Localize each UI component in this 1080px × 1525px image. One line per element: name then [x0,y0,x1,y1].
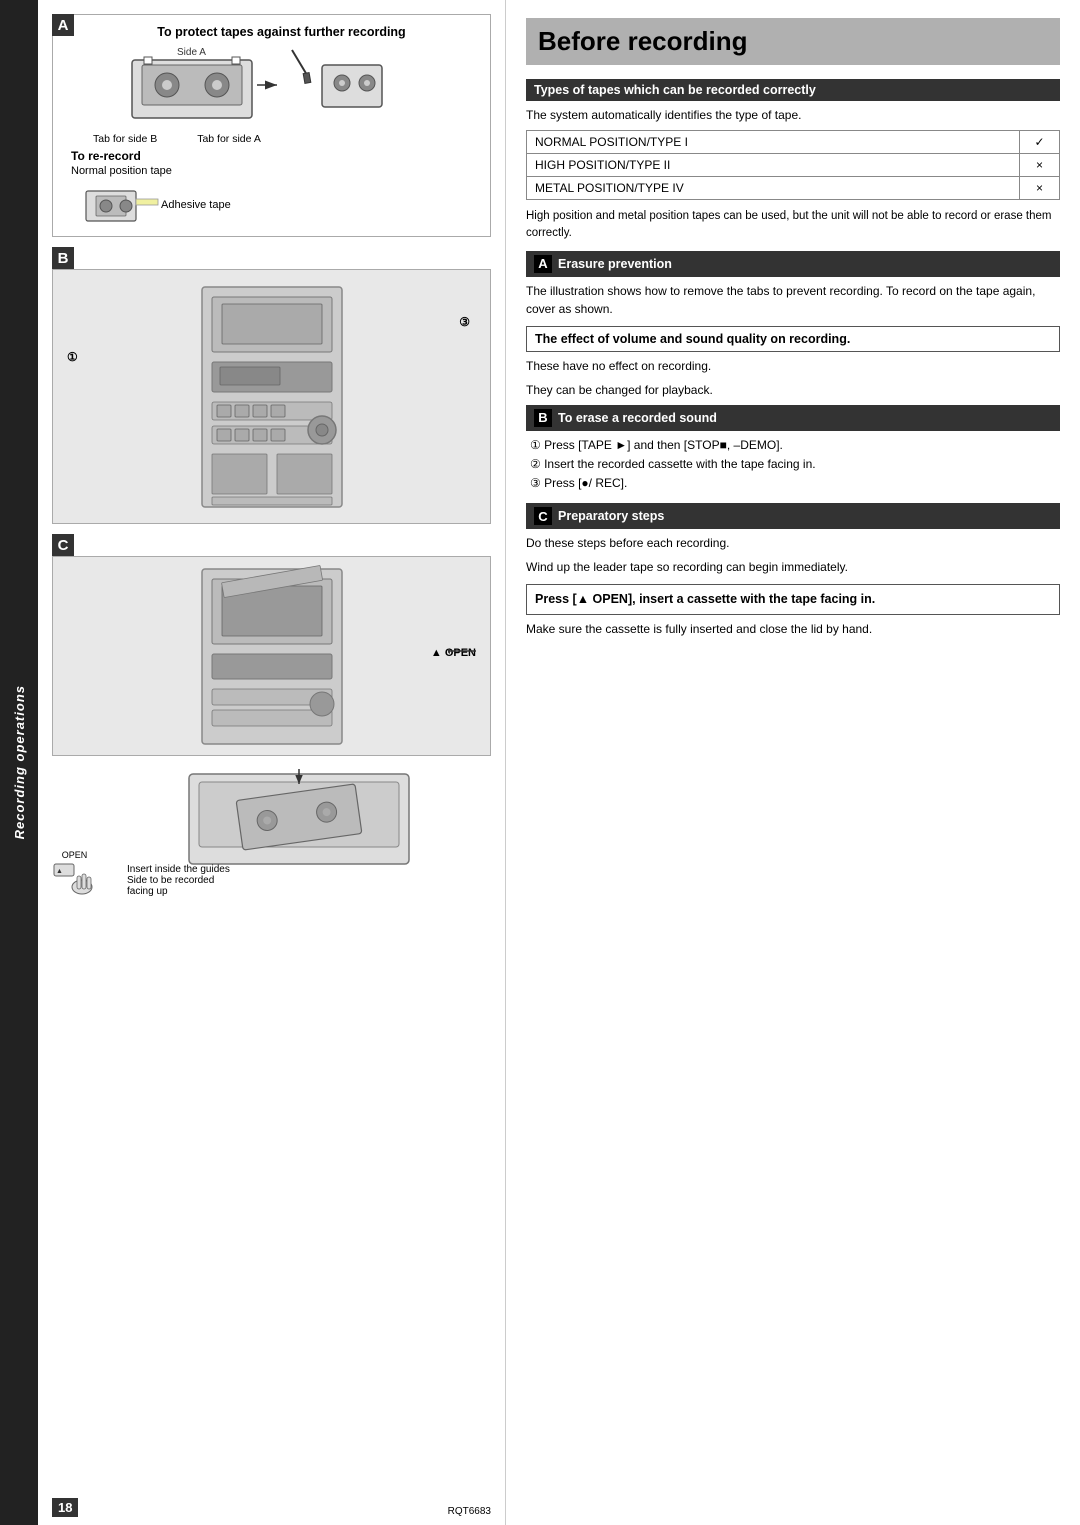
stereo-unit-svg-b [172,282,372,512]
erase-step1: ① Press [TAPE ►] and then [STOP■, –DEMO]… [530,436,1060,455]
open-button-svg: ▲ [52,862,97,897]
press-header: Press [▲ OPEN], insert a cassette with t… [526,584,1060,615]
erase-header-text: To erase a recorded sound [558,411,717,425]
types-header-text: Types of tapes which can be recorded cor… [534,83,816,97]
prep-line2: Wind up the leader tape so recording can… [526,558,1060,576]
table-symbol: × [1020,177,1060,200]
right-panel: Before recording Types of tapes which ca… [506,0,1080,1525]
erase-step3: ③ Press [●/ REC]. [530,474,1060,493]
erasure-badge: A [534,255,552,273]
section-a: A To protect tapes against further recor… [52,14,491,237]
prep-header: C Preparatory steps [526,503,1060,529]
types-body: The system automatically identifies the … [526,106,1060,124]
erasure-body: The illustration shows how to remove the… [526,282,1060,318]
page-title: Before recording [526,18,1060,65]
erase-header: B To erase a recorded sound [526,405,1060,431]
volume-header-text: The effect of volume and sound quality o… [535,332,850,346]
table-symbol: ✓ [1020,131,1060,154]
section-b: B [52,247,491,524]
adhesive-label: Adhesive tape [161,199,231,211]
erasure-header-text: Erasure prevention [558,257,672,271]
tab-a-label: Tab for side A [197,133,261,145]
sidebar-text: Recording operations [12,685,27,839]
erase-step2: ② Insert the recorded cassette with the … [530,455,1060,474]
callout-1: ① [67,350,78,364]
stereo-diagram-c: ▲ OPEN [52,556,491,756]
section-b-label: B [52,247,74,269]
volume-line2: They can be changed for playback. [526,381,1060,399]
facing-up-label: facing up [127,886,230,897]
table-row: METAL POSITION/TYPE IV [527,177,1020,200]
left-panel: A To protect tapes against further recor… [38,0,506,1525]
page-number: 18 [52,1498,78,1517]
re-record-section: To re-record Normal position tape Adhesi… [63,149,480,226]
model-number: RQT6683 [448,1506,491,1517]
press-body: Make sure the cassette is fully inserted… [526,620,1060,638]
bottom-diagrams: OPEN ▲ [52,764,491,897]
volume-header: The effect of volume and sound quality o… [526,326,1060,352]
adhesive-diagram [81,181,161,226]
erasure-header: A Erasure prevention [526,251,1060,277]
prep-header-text: Preparatory steps [558,509,664,523]
types-header: Types of tapes which can be recorded cor… [526,79,1060,101]
section-a-label: A [52,14,74,36]
erase-steps: ① Press [TAPE ►] and then [STOP■, –DEMO]… [526,436,1060,494]
table-row: HIGH POSITION/TYPE II [527,154,1020,177]
tab-b-label: Tab for side B [93,133,157,145]
stereo-diagram-b: ① ③ [52,269,491,524]
cassette-area: Side A [63,45,480,125]
callout-3: ③ [459,315,470,329]
sidebar: Recording operations [0,0,38,1525]
svg-text:▲: ▲ [56,868,63,875]
section-a-title: To protect tapes against further recordi… [63,25,480,39]
prep-badge: C [534,507,552,525]
tape-labels: Tab for side B Tab for side A [63,133,480,145]
stereo-unit-svg-c [172,564,372,749]
table-row: NORMAL POSITION/TYPE I [527,131,1020,154]
volume-line1: These have no effect on recording. [526,357,1060,375]
insert-guides-label: Insert inside the guides [127,864,230,875]
section-c-label: C [52,534,74,556]
open-button-label: OPEN [62,850,88,860]
open-arrow [448,645,478,657]
table-symbol: × [1020,154,1060,177]
re-record-sub: Normal position tape [71,165,480,177]
erase-badge: B [534,409,552,427]
tape-table: NORMAL POSITION/TYPE I✓HIGH POSITION/TYP… [526,130,1060,200]
prep-line1: Do these steps before each recording. [526,534,1060,552]
section-c: C ▲ OPEN [52,534,491,756]
re-record-title: To re-record [71,149,480,163]
types-note: High position and metal position tapes c… [526,208,1060,243]
svg-text:Side A: Side A [177,47,206,58]
cassette-insert-svg [179,764,419,874]
side-recorded-label: Side to be recorded [127,875,230,886]
press-header-text: Press [▲ OPEN], insert a cassette with t… [535,592,875,606]
cassette-diagram: Side A [122,45,422,125]
